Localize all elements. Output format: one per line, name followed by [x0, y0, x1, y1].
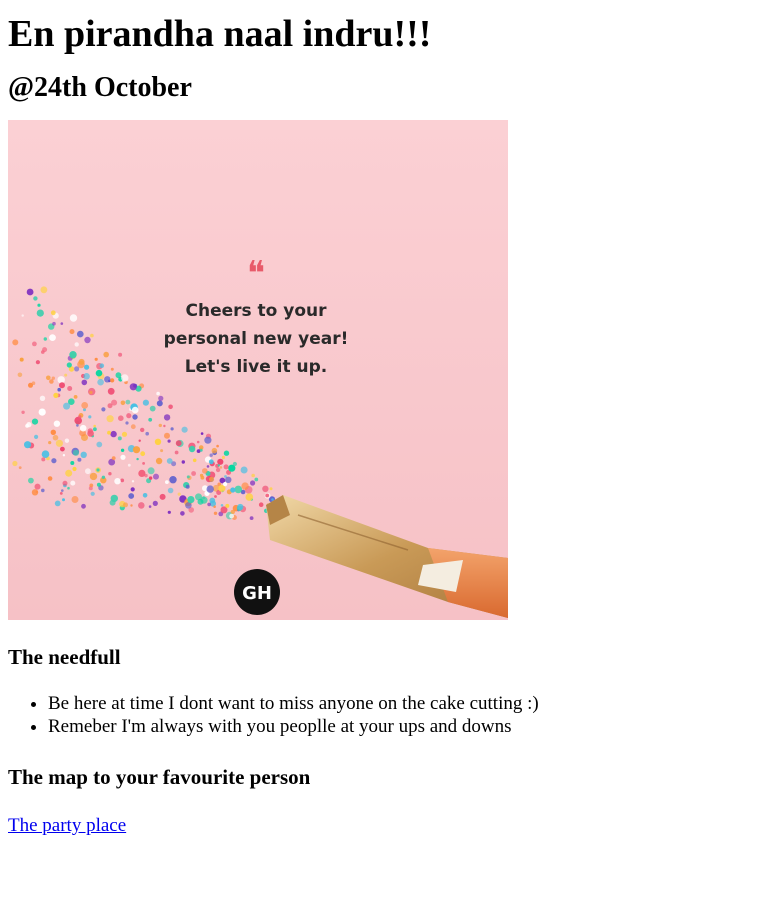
map-title: The map to your favourite person	[8, 765, 311, 789]
needful-title: The needfull	[8, 645, 121, 669]
needful-list: Be here at time I dont want to miss anyo…	[8, 692, 757, 738]
card-line-3: Let's live it up.	[185, 357, 328, 377]
gh-badge-label: GH	[242, 583, 272, 604]
list-item: Remeber I'm always with you peoplle at y…	[48, 715, 757, 738]
card-illustration: ❝ Cheers to your personal new year! Let'…	[8, 120, 508, 620]
event-date: @24th October	[8, 72, 192, 103]
party-place-link[interactable]: The party place	[8, 815, 126, 836]
card-line-1: Cheers to your	[185, 301, 327, 321]
card-line-2: personal new year!	[164, 329, 349, 349]
page: En pirandha naal indru!!! @24th October	[0, 0, 765, 837]
list-item: Be here at time I dont want to miss anyo…	[48, 692, 757, 715]
birthday-card-image: ❝ Cheers to your personal new year! Let'…	[8, 120, 508, 620]
page-title: En pirandha naal indru!!!	[8, 13, 432, 55]
map-link-paragraph: The party place	[8, 814, 757, 837]
quote-mark-icon: ❝	[247, 254, 265, 294]
